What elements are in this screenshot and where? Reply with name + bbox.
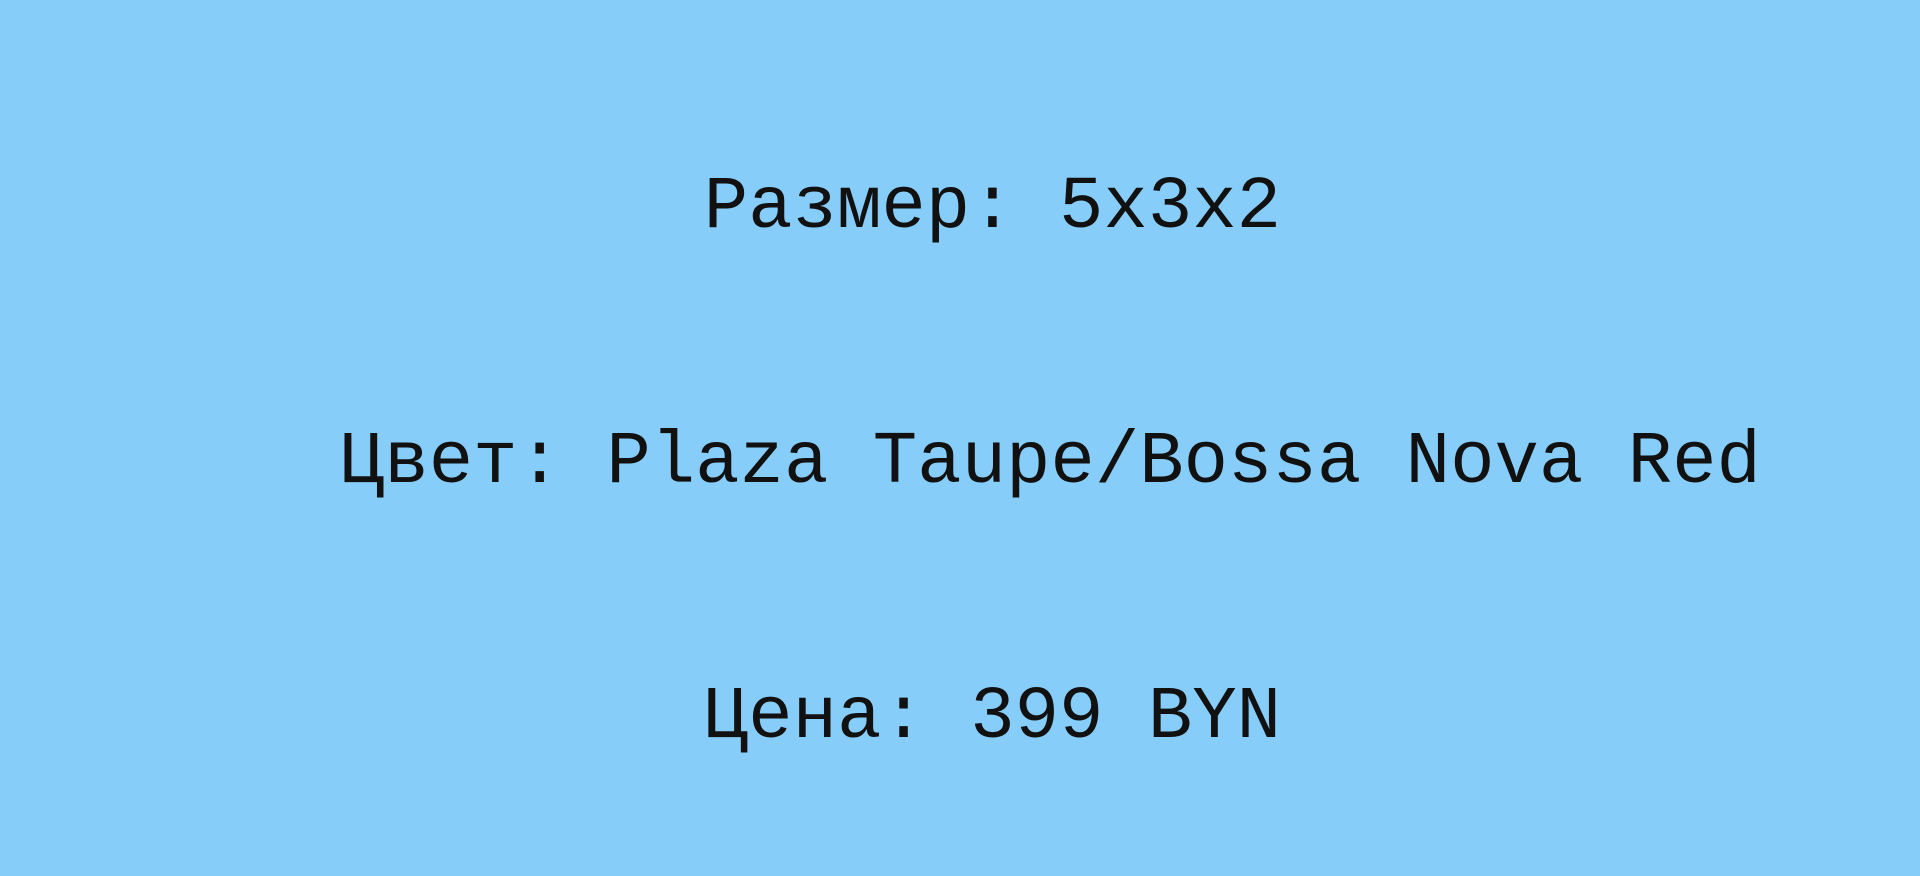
product-price: Цена: 399 BYN — [0, 598, 1920, 758]
product-color-text: Цвет: Plaza Taupe/Bossa Nova Red — [339, 421, 1761, 505]
product-size-text: Размер: 5x3x2 — [703, 166, 1282, 250]
product-price-text: Цена: 399 BYN — [703, 676, 1282, 760]
product-size: Размер: 5x3x2 — [0, 88, 1920, 248]
product-color: Цвет: Plaza Taupe/Bossa Nova Red — [0, 343, 1920, 503]
